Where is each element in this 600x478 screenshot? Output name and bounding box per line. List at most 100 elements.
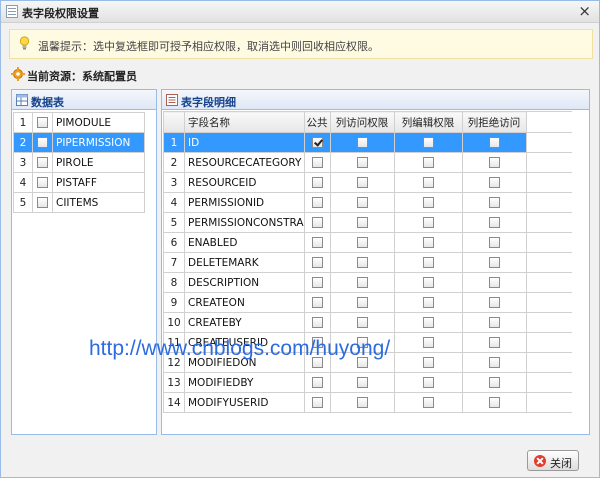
access-checkbox-cell[interactable] <box>329 272 395 293</box>
public-checkbox[interactable] <box>311 317 323 328</box>
edit-checkbox[interactable] <box>422 257 434 268</box>
field-name[interactable]: DESCRIPTION <box>184 272 305 293</box>
edit-checkbox-cell[interactable] <box>393 152 463 173</box>
access-checkbox-cell[interactable] <box>329 312 395 333</box>
edit-checkbox[interactable] <box>422 197 434 208</box>
access-checkbox[interactable] <box>356 237 368 248</box>
deny-checkbox[interactable] <box>488 377 500 388</box>
access-checkbox-cell[interactable] <box>329 172 395 193</box>
row-checkbox-cell[interactable] <box>32 152 53 173</box>
deny-checkbox-cell[interactable] <box>461 232 527 253</box>
edit-checkbox[interactable] <box>422 277 434 288</box>
row-checkbox-cell[interactable] <box>32 132 53 153</box>
public-checkbox-cell[interactable] <box>303 272 331 293</box>
edit-checkbox[interactable] <box>422 137 434 148</box>
field-name[interactable]: RESOURCEID <box>184 172 305 193</box>
access-checkbox[interactable] <box>356 317 368 328</box>
edit-checkbox[interactable] <box>422 337 434 348</box>
deny-checkbox-cell[interactable] <box>461 172 527 193</box>
resource-row[interactable]: 5 CIITEMS <box>13 192 145 213</box>
edit-checkbox[interactable] <box>422 397 434 408</box>
resource-name[interactable]: PIMODULE <box>52 112 145 133</box>
resource-name[interactable]: PIROLE <box>52 152 145 173</box>
resource-checkbox[interactable] <box>37 177 48 188</box>
edit-checkbox-cell[interactable] <box>393 372 463 393</box>
field-row[interactable]: 14 MODIFYUSERID <box>163 392 573 413</box>
public-checkbox[interactable] <box>311 277 323 288</box>
edit-checkbox-cell[interactable] <box>393 132 463 153</box>
access-checkbox[interactable] <box>356 377 368 388</box>
public-checkbox[interactable] <box>311 137 323 148</box>
edit-checkbox-cell[interactable] <box>393 232 463 253</box>
deny-checkbox-cell[interactable] <box>461 272 527 293</box>
field-name[interactable]: PERMISSIONID <box>184 192 305 213</box>
public-checkbox[interactable] <box>311 257 323 268</box>
edit-checkbox[interactable] <box>422 217 434 228</box>
field-name[interactable]: ENABLED <box>184 232 305 253</box>
deny-checkbox[interactable] <box>488 217 500 228</box>
deny-checkbox-cell[interactable] <box>461 152 527 173</box>
field-name[interactable]: CREATEBY <box>184 312 305 333</box>
edit-checkbox-cell[interactable] <box>393 172 463 193</box>
edit-checkbox-cell[interactable] <box>393 392 463 413</box>
access-checkbox-cell[interactable] <box>329 392 395 413</box>
resource-checkbox[interactable] <box>37 117 48 128</box>
access-checkbox[interactable] <box>356 217 368 228</box>
access-checkbox-cell[interactable] <box>329 212 395 233</box>
field-row[interactable]: 3 RESOURCEID <box>163 172 573 193</box>
edit-checkbox-cell[interactable] <box>393 352 463 373</box>
edit-checkbox[interactable] <box>422 357 434 368</box>
edit-checkbox[interactable] <box>422 177 434 188</box>
deny-checkbox-cell[interactable] <box>461 372 527 393</box>
field-row[interactable]: 6 ENABLED <box>163 232 573 253</box>
public-checkbox-cell[interactable] <box>303 172 331 193</box>
public-checkbox-cell[interactable] <box>303 192 331 213</box>
public-checkbox[interactable] <box>311 197 323 208</box>
resource-checkbox[interactable] <box>37 137 48 148</box>
edit-checkbox-cell[interactable] <box>393 272 463 293</box>
public-checkbox[interactable] <box>311 397 323 408</box>
field-name[interactable]: ID <box>184 132 305 153</box>
deny-checkbox[interactable] <box>488 297 500 308</box>
deny-checkbox[interactable] <box>488 277 500 288</box>
row-checkbox-cell[interactable] <box>32 112 53 133</box>
edit-checkbox-cell[interactable] <box>393 192 463 213</box>
deny-checkbox[interactable] <box>488 317 500 328</box>
deny-checkbox-cell[interactable] <box>461 132 527 153</box>
public-checkbox[interactable] <box>311 217 323 228</box>
column-access[interactable]: 列访问权限 <box>329 111 395 133</box>
field-name[interactable]: CREATEON <box>184 292 305 313</box>
access-checkbox[interactable] <box>356 177 368 188</box>
public-checkbox-cell[interactable] <box>303 232 331 253</box>
access-checkbox[interactable] <box>356 397 368 408</box>
deny-checkbox[interactable] <box>488 337 500 348</box>
field-row[interactable]: 5 PERMISSIONCONSTRA <box>163 212 573 233</box>
row-checkbox-cell[interactable] <box>32 172 53 193</box>
public-checkbox-cell[interactable] <box>303 312 331 333</box>
public-checkbox[interactable] <box>311 157 323 168</box>
column-deny[interactable]: 列拒绝访问 <box>461 111 527 133</box>
public-checkbox-cell[interactable] <box>303 392 331 413</box>
public-checkbox[interactable] <box>311 297 323 308</box>
deny-checkbox[interactable] <box>488 177 500 188</box>
deny-checkbox-cell[interactable] <box>461 392 527 413</box>
public-checkbox-cell[interactable] <box>303 152 331 173</box>
field-name[interactable]: MODIFIEDBY <box>184 372 305 393</box>
field-row[interactable]: 1 ID <box>163 132 573 153</box>
access-checkbox-cell[interactable] <box>329 292 395 313</box>
public-checkbox-cell[interactable] <box>303 252 331 273</box>
deny-checkbox[interactable] <box>488 157 500 168</box>
column-edit[interactable]: 列编辑权限 <box>393 111 463 133</box>
field-row[interactable]: 9 CREATEON <box>163 292 573 313</box>
resource-name[interactable]: PIPERMISSION <box>52 132 145 153</box>
resource-checkbox[interactable] <box>37 197 48 208</box>
deny-checkbox-cell[interactable] <box>461 312 527 333</box>
resource-row[interactable]: 1 PIMODULE <box>13 112 145 133</box>
edit-checkbox-cell[interactable] <box>393 312 463 333</box>
edit-checkbox[interactable] <box>422 237 434 248</box>
resource-row[interactable]: 4 PISTAFF <box>13 172 145 193</box>
access-checkbox[interactable] <box>356 197 368 208</box>
access-checkbox-cell[interactable] <box>329 132 395 153</box>
access-checkbox[interactable] <box>356 137 368 148</box>
access-checkbox[interactable] <box>356 277 368 288</box>
